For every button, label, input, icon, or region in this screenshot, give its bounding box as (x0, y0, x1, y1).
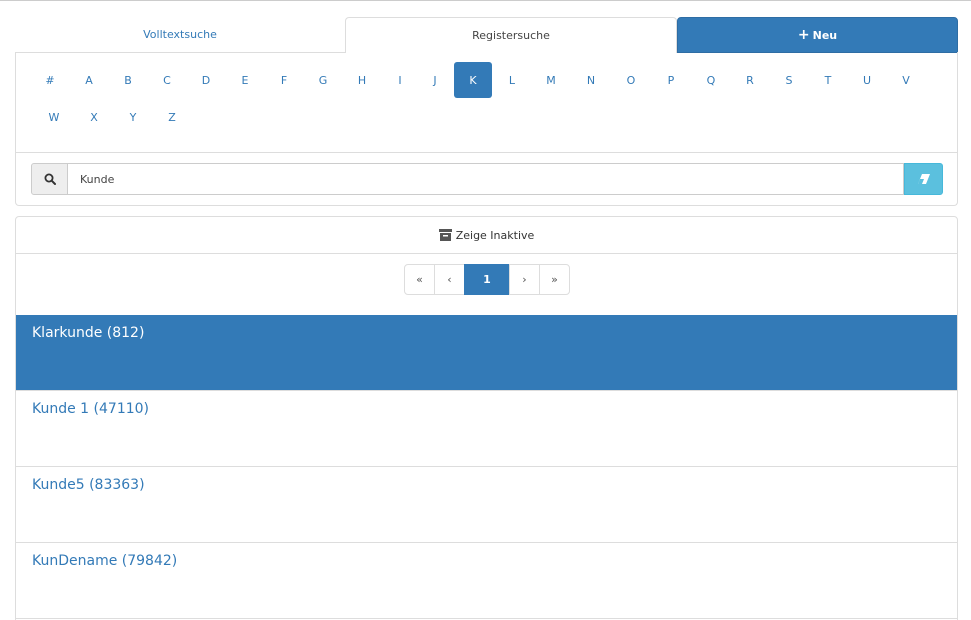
show-inactive-toggle[interactable]: Zeige Inaktive (16, 217, 957, 254)
register-search-panel: # A B C D E F G H I J K L M N O P Q R S … (15, 52, 958, 206)
letter-j[interactable]: J (416, 62, 454, 98)
letter-m[interactable]: M (532, 62, 570, 98)
letter-t[interactable]: T (809, 62, 847, 98)
letter-z[interactable]: Z (153, 99, 191, 135)
result-label: Kunde5 (83363) (32, 477, 145, 493)
letter-v[interactable]: V (887, 62, 925, 98)
letter-a[interactable]: A (70, 62, 108, 98)
tab-registersuche-label: Registersuche (472, 29, 550, 42)
letter-e[interactable]: E (226, 62, 264, 98)
results-panel: Zeige Inaktive « ‹ 1 › » Klarkunde (812)… (15, 216, 958, 620)
result-item[interactable]: KunDename (79842) (16, 543, 957, 619)
page-last-button[interactable]: » (539, 264, 570, 295)
result-item[interactable]: Klarkunde (812) (16, 315, 957, 391)
new-button[interactable]: + Neu (677, 17, 958, 53)
clear-search-button[interactable] (904, 163, 943, 195)
search-icon (44, 173, 56, 185)
page-prev-button[interactable]: ‹ (434, 264, 465, 295)
result-label: Kunde 1 (47110) (32, 401, 149, 417)
page-current-button[interactable]: 1 (464, 264, 510, 295)
letter-x[interactable]: X (75, 99, 113, 135)
letter-r[interactable]: R (731, 62, 769, 98)
letter-d[interactable]: D (187, 62, 225, 98)
tab-volltextsuche[interactable]: Volltextsuche (15, 17, 345, 53)
letter-c[interactable]: C (148, 62, 186, 98)
letter-i[interactable]: I (381, 62, 419, 98)
pagination: « ‹ 1 › » (404, 264, 570, 295)
plus-icon: + (797, 27, 810, 43)
letter-p[interactable]: P (652, 62, 690, 98)
page-next-button[interactable]: › (509, 264, 540, 295)
letter-k[interactable]: K (454, 62, 492, 98)
letter-b[interactable]: B (109, 62, 147, 98)
search-row (31, 163, 943, 195)
search-tabs: Volltextsuche Registersuche + Neu (15, 17, 958, 53)
letter-g[interactable]: G (304, 62, 342, 98)
letter-y[interactable]: Y (114, 99, 152, 135)
new-button-label: Neu (812, 28, 838, 42)
letter-o[interactable]: O (612, 62, 650, 98)
search-addon (31, 163, 68, 195)
letter-s[interactable]: S (770, 62, 808, 98)
search-input[interactable] (68, 163, 904, 195)
letter-index: # A B C D E F G H I J K L M N O P Q R S … (16, 52, 957, 153)
eraser-icon (917, 174, 930, 184)
archive-icon (438, 229, 452, 241)
letter-w[interactable]: W (35, 99, 73, 135)
result-label: KunDename (79842) (32, 553, 178, 569)
tab-registersuche[interactable]: Registersuche (345, 17, 677, 53)
result-item[interactable]: Kunde5 (83363) (16, 467, 957, 543)
letter-h[interactable]: H (343, 62, 381, 98)
letter-hash[interactable]: # (31, 62, 69, 98)
page-first-button[interactable]: « (404, 264, 435, 295)
result-label: Klarkunde (812) (32, 325, 145, 341)
letter-l[interactable]: L (493, 62, 531, 98)
letter-n[interactable]: N (572, 62, 610, 98)
tab-volltextsuche-label: Volltextsuche (143, 28, 217, 41)
result-item[interactable]: Kunde 1 (47110) (16, 391, 957, 467)
letter-q[interactable]: Q (692, 62, 730, 98)
show-inactive-label: Zeige Inaktive (455, 228, 535, 242)
letter-f[interactable]: F (265, 62, 303, 98)
letter-u[interactable]: U (848, 62, 886, 98)
